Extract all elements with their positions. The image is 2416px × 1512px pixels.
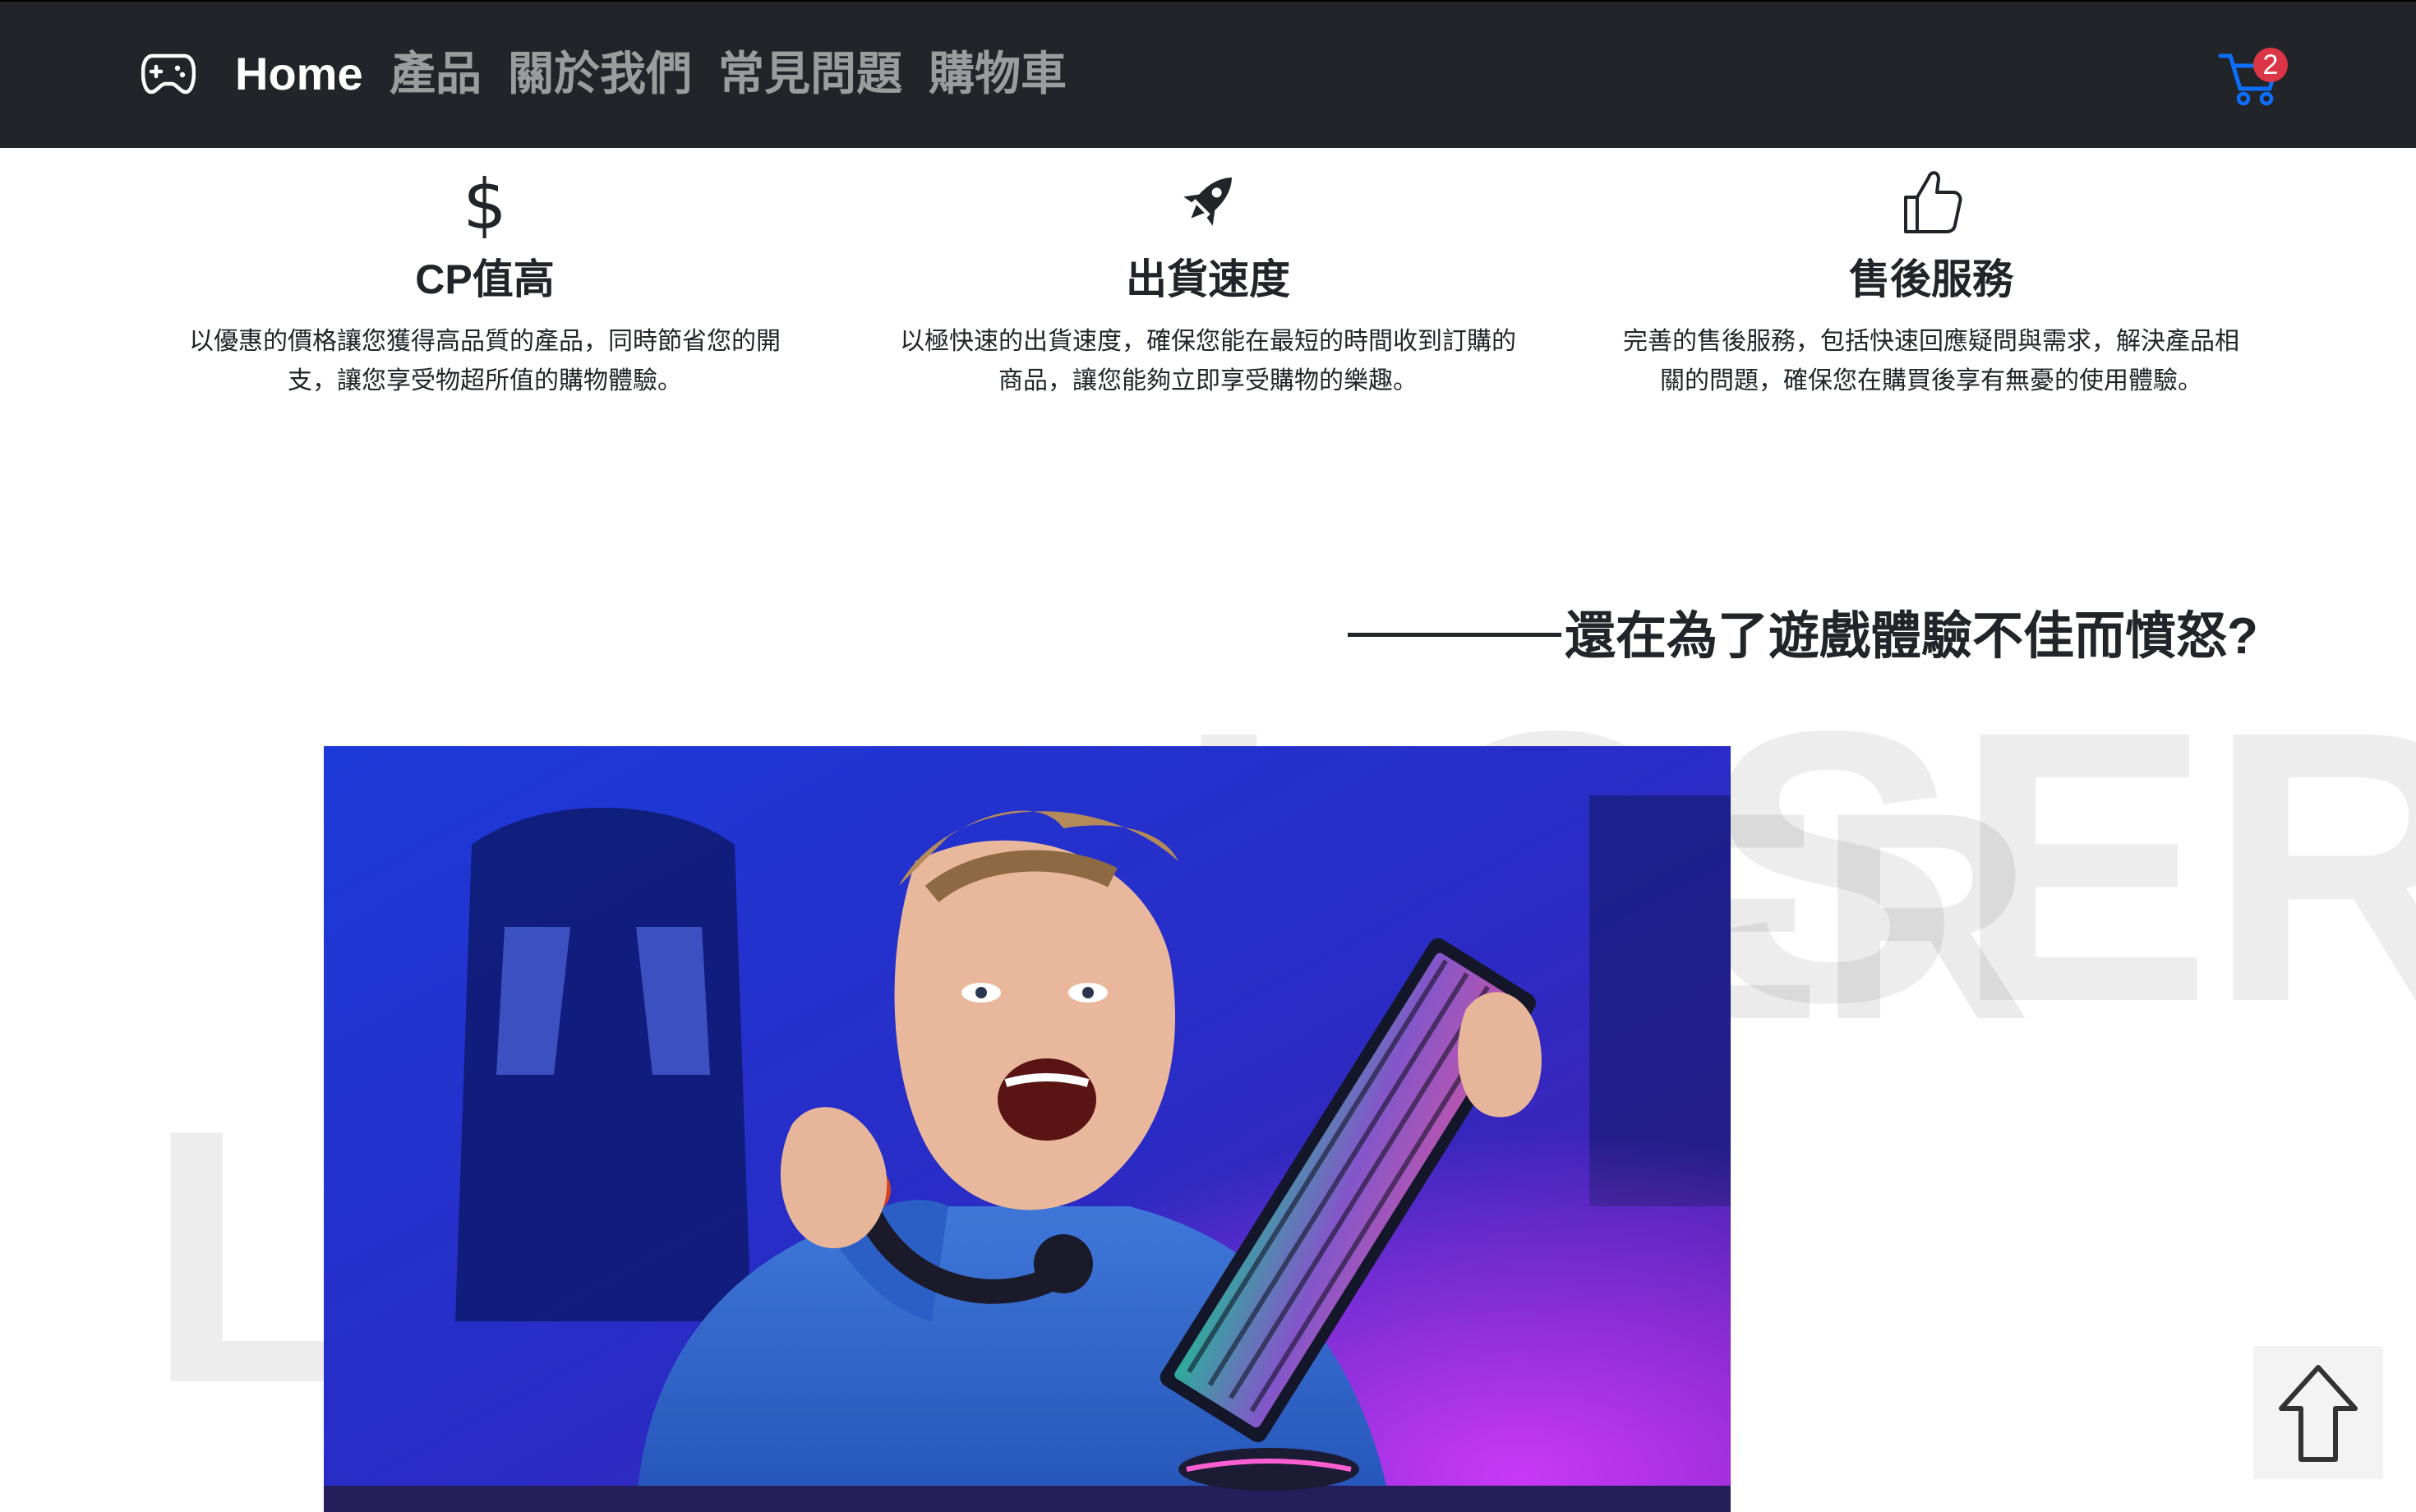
feature-after-sales: 售後服務 完善的售後服務，包括快速回應疑問與需求，解決產品相關的問題，確保您在購…: [1611, 164, 2252, 401]
angry-gamer-photo: [324, 746, 1731, 1512]
svg-text:$: $: [463, 164, 506, 238]
navbar: Home 產品 關於我們 常見問題 購物車 2: [0, 0, 2416, 148]
feature-description: 以極快速的出貨速度，確保您能在最短的時間收到訂購的商品，讓您能夠立即享受購物的樂…: [900, 328, 1516, 394]
feature-title: 出貨速度: [1126, 256, 1290, 302]
feature-value: $ CP值高 以優惠的價格讓您獲得高品質的產品，同時節省您的開支，讓您享受物超所…: [164, 164, 805, 401]
nav-home[interactable]: Home: [235, 44, 363, 104]
section-headline: 還在為了遊戲體驗不佳而憤怒?: [1348, 600, 2258, 674]
back-to-top-button[interactable]: [2253, 1346, 2383, 1479]
nav-about[interactable]: 關於我們: [508, 44, 692, 104]
nav-faq[interactable]: 常見問題: [718, 44, 902, 104]
rocket-icon: [1183, 177, 1232, 226]
feature-shipping: 出貨速度 以極快速的出貨速度，確保您能在最短的時間收到訂購的商品，讓您能夠立即享…: [888, 164, 1528, 401]
nav-cart[interactable]: 購物車: [929, 44, 1067, 104]
nav-products[interactable]: 產品: [390, 44, 482, 104]
hero-illustration: [324, 746, 1731, 1512]
feature-title: 售後服務: [1849, 256, 2013, 302]
headline-text: 還在為了遊戲體驗不佳而憤怒?: [1565, 608, 2258, 665]
headline-dash: [1348, 633, 1561, 638]
thumbs-up-icon: [1904, 171, 1962, 233]
arrow-up-icon: [2279, 1365, 2358, 1462]
feature-title: CP值高: [415, 256, 555, 302]
gamepad-icon[interactable]: [141, 51, 196, 95]
dollar-icon: $: [463, 164, 506, 238]
feature-description: 完善的售後服務，包括快速回應疑問與需求，解決產品相關的問題，確保您在購買後享有無…: [1623, 328, 2239, 394]
feature-description: 以優惠的價格讓您獲得高品質的產品，同時節省您的開支，讓您享受物超所值的購物體驗。: [189, 328, 781, 394]
cart-count-badge: 2: [2253, 48, 2288, 82]
